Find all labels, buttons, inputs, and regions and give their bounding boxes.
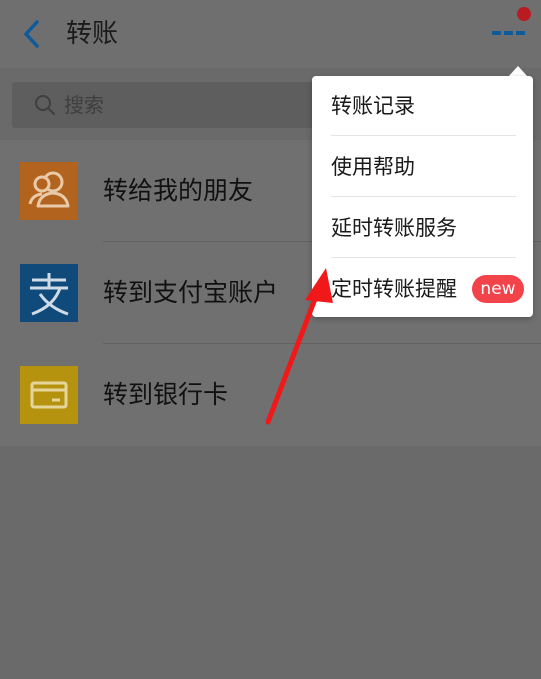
alipay-icon — [20, 264, 78, 322]
transfer-option-label: 转到银行卡 — [103, 380, 229, 409]
transfer-to-bank-card-item[interactable]: 转到银行卡 — [0, 344, 541, 446]
menu-item-help[interactable]: 使用帮助 — [312, 137, 533, 197]
menu-item-label: 定时转账提醒 — [331, 277, 457, 301]
chevron-left-icon[interactable] — [18, 18, 48, 50]
divider — [331, 135, 516, 136]
more-dots-icon[interactable] — [488, 26, 528, 40]
bank-card-icon — [20, 366, 78, 424]
search-placeholder: 搜索 — [64, 93, 104, 117]
menu-item-transfer-records[interactable]: 转账记录 — [312, 76, 533, 136]
menu-item-label: 延时转账服务 — [331, 216, 457, 240]
new-badge: new — [472, 275, 524, 303]
divider — [331, 257, 516, 258]
more-menu: 转账记录 使用帮助 延时转账服务 定时转账提醒 new — [312, 76, 533, 317]
menu-item-label: 使用帮助 — [331, 155, 415, 179]
divider — [331, 196, 516, 197]
friends-icon — [20, 162, 78, 220]
search-icon — [35, 95, 56, 116]
page-title: 转账 — [66, 19, 119, 49]
transfer-option-label: 转到支付宝账户 — [103, 278, 279, 307]
menu-item-delayed-transfer[interactable]: 延时转账服务 — [312, 198, 533, 258]
top-bar: 转账 — [0, 0, 541, 68]
transfer-option-label: 转给我的朋友 — [103, 176, 254, 205]
menu-item-scheduled-reminder[interactable]: 定时转账提醒 new — [312, 259, 533, 319]
menu-item-label: 转账记录 — [331, 94, 415, 118]
notification-dot — [517, 7, 531, 21]
